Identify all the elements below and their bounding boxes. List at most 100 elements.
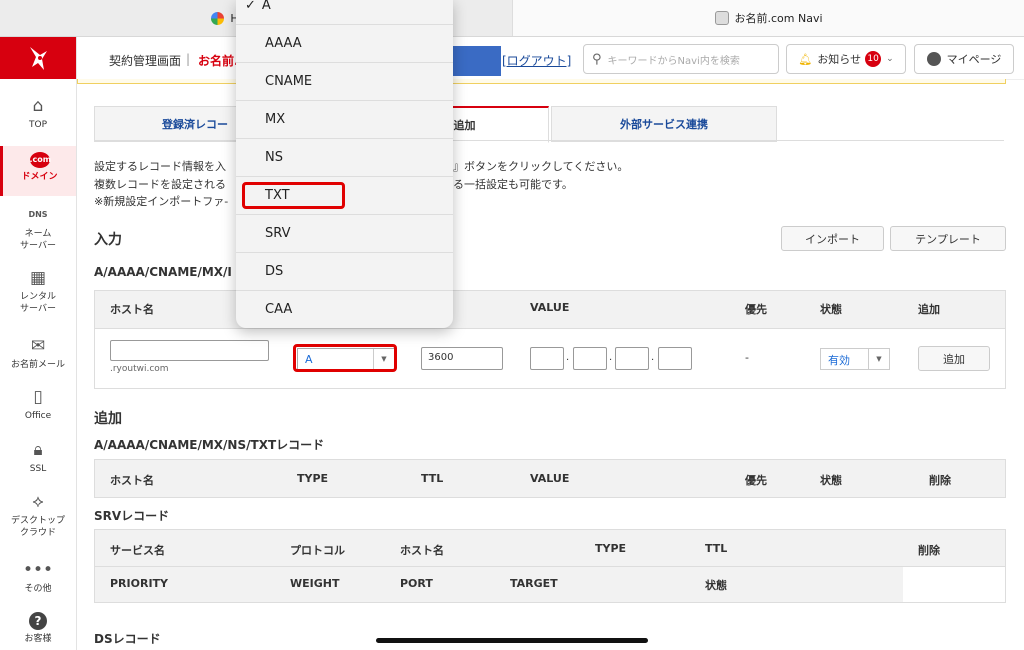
mypage-label: マイページ: [946, 53, 1002, 66]
dropdown-option-label: SRV: [265, 226, 291, 241]
column-type: TYPE: [297, 472, 329, 485]
sidebar-item-mail[interactable]: ✉ お名前メール: [0, 336, 76, 371]
ip-octet-1-input[interactable]: [530, 347, 564, 370]
tab-registered-label: 登録済レコー: [162, 118, 228, 131]
column-priority: PRIORITY: [110, 577, 169, 590]
search-placeholder: キーワードからNavi内を検索: [607, 55, 740, 67]
ip-octet-2-input[interactable]: [573, 347, 607, 370]
sidebar-item-dns[interactable]: DNS ネーム サーバー: [0, 205, 76, 252]
column-ttl: TTL: [421, 472, 444, 485]
description-line2: 複数レコードを設定される: [94, 178, 226, 191]
host-name-input[interactable]: [110, 340, 269, 361]
dropdown-option-aaaa[interactable]: AAAA: [236, 24, 453, 62]
search-input[interactable]: ⚲ キーワードからNavi内を検索: [583, 44, 779, 74]
column-port: PORT: [400, 577, 433, 590]
sidebar-item-label: サーバー: [20, 241, 56, 251]
logout-link[interactable]: [ログアウト]: [502, 52, 571, 69]
sidebar-item-domain[interactable]: .com ドメイン: [0, 146, 76, 196]
sidebar-item-label: お客様: [24, 634, 52, 644]
header-separator: |: [186, 52, 191, 66]
browser-tab-navi-label: お名前.com Navi: [734, 12, 823, 25]
mail-icon: ✉: [30, 336, 46, 356]
column-status: 状態: [820, 303, 842, 316]
ip-dot: .: [566, 352, 570, 363]
txt-option-highlight: [242, 182, 345, 209]
column-protocol: プロトコル: [290, 544, 345, 557]
browser-tab-navi[interactable]: お名前.com Navi: [512, 0, 1024, 36]
column-delete: 削除: [918, 544, 940, 557]
server-icon: ▦: [29, 268, 47, 288]
office-icon: ▯: [33, 387, 43, 407]
sidebar-item-ssl[interactable]: 🔒︎ SSL: [0, 440, 76, 475]
column-host: ホスト名: [110, 303, 154, 316]
column-delete: 削除: [929, 474, 951, 487]
brand-name: お名前.: [198, 54, 239, 68]
sidebar-item-label: SSL: [29, 464, 47, 474]
column-ttl: TTL: [705, 542, 728, 555]
type-select-highlight: [293, 344, 397, 372]
google-icon: [211, 11, 225, 25]
column-status: 状態: [820, 474, 842, 487]
notice-count-badge: 10: [865, 51, 882, 67]
ip-octet-4-input[interactable]: [658, 347, 692, 370]
dropdown-option-a[interactable]: ✓ A: [236, 0, 453, 23]
sidebar-item-office[interactable]: ▯ Office: [0, 387, 76, 422]
dropdown-option-label: A: [261, 0, 271, 13]
status-select-value: 有効: [828, 354, 850, 367]
dropdown-option-mx[interactable]: MX: [236, 100, 453, 138]
ttl-input[interactable]: 3600: [421, 347, 503, 370]
dropdown-option-caa[interactable]: CAA: [236, 290, 453, 328]
site-logo[interactable]: [0, 37, 76, 79]
tab-registered[interactable]: 登録済レコー: [94, 106, 256, 142]
dropdown-option-cname[interactable]: CNAME: [236, 62, 453, 100]
add-record-button[interactable]: 追加: [918, 346, 990, 371]
import-button[interactable]: インポート: [781, 226, 884, 251]
dropdown-option-label: CNAME: [265, 74, 313, 89]
dropdown-option-label: DS: [265, 264, 284, 279]
dropdown-option-label: NS: [265, 150, 283, 165]
sidebar-item-label: Office: [24, 411, 52, 421]
tab-external-service[interactable]: 外部サービス連携: [551, 106, 777, 142]
sidebar-item-top[interactable]: ⌂ TOP: [0, 96, 76, 131]
input-section-title: 入力: [94, 232, 122, 248]
lock-icon: 🔒︎: [33, 440, 43, 460]
dns-icon: DNS: [0, 205, 76, 225]
help-icon: ?: [29, 612, 47, 630]
sidebar-item-desktop-cloud[interactable]: ⟡ デスクトップ クラウド: [0, 492, 76, 539]
notice-button[interactable]: 🔔︎ お知らせ 10 ⌄: [786, 44, 906, 74]
sidebar-item-support[interactable]: ? お客様: [0, 612, 76, 645]
dropdown-option-label: CAA: [265, 302, 293, 317]
dropdown-option-ns[interactable]: NS: [236, 138, 453, 176]
sidebar-item-label: レンタル: [19, 292, 56, 302]
column-target: TARGET: [510, 577, 558, 590]
select-arrow-icon: ▼: [868, 349, 889, 369]
ip-octet-3-input[interactable]: [615, 347, 649, 370]
mypage-button[interactable]: マイページ: [914, 44, 1014, 74]
contract-label: 契約管理画面: [109, 54, 182, 68]
template-button[interactable]: テンプレート: [890, 226, 1006, 251]
sidebar-item-rental-server[interactable]: ▦ レンタル サーバー: [0, 268, 76, 315]
logo-mascot-icon: [30, 47, 47, 70]
ip-dot: .: [651, 352, 655, 363]
search-icon: ⚲: [592, 51, 602, 67]
sidebar-item-label: ネーム: [24, 229, 52, 239]
user-icon: [926, 52, 941, 66]
ds-section-title: DSレコード: [94, 632, 161, 646]
sidebar-item-label: ドメイン: [21, 172, 58, 182]
tab-add[interactable]: 追加: [440, 106, 549, 143]
sidebar-item-other[interactable]: ••• その他: [0, 560, 76, 595]
tab-external-label: 外部サービス連携: [620, 118, 708, 131]
cloud-icon: ⟡: [32, 492, 44, 512]
column-host: ホスト名: [400, 544, 444, 557]
ip-dot: .: [609, 352, 613, 363]
navi-favicon-icon: [715, 11, 730, 25]
description-line1: 設定するレコード情報を入: [94, 160, 226, 173]
tab-underline: [94, 140, 1004, 141]
type-dropdown-menu: ✓ A AAAA CNAME MX NS TXT SRV DS CAA: [236, 0, 453, 328]
column-priority: 優先: [745, 474, 767, 487]
column-value: VALUE: [530, 472, 570, 485]
status-select[interactable]: 有効 ▼: [820, 348, 890, 370]
dns-badge: DNS: [28, 210, 48, 219]
dropdown-option-srv[interactable]: SRV: [236, 214, 453, 252]
dropdown-option-ds[interactable]: DS: [236, 252, 453, 290]
